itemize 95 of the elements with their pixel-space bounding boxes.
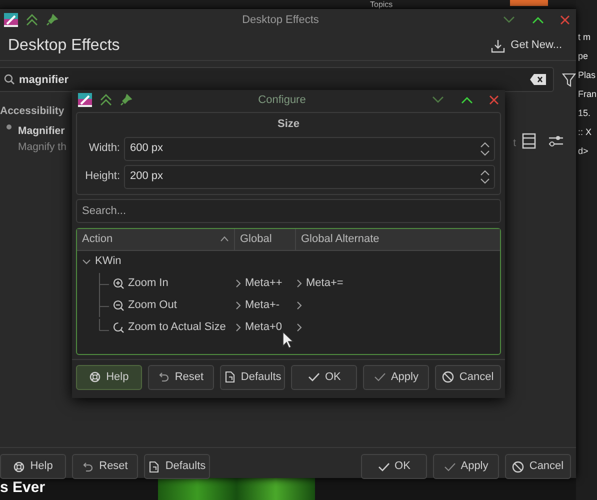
search-field[interactable]: magnifier — [0, 67, 554, 92]
clear-icon[interactable] — [530, 74, 546, 85]
text-line: t m — [578, 32, 590, 42]
reset-button[interactable]: Reset — [148, 364, 214, 390]
window-title: Desktop Effects — [241, 12, 320, 28]
effect-description: Magnify th — [18, 140, 66, 154]
app-icon — [4, 13, 18, 27]
reset-button[interactable]: Reset — [72, 454, 138, 479]
spin-arrows-icon[interactable] — [480, 142, 490, 156]
check-icon — [444, 460, 456, 472]
shortcut[interactable]: Meta+- — [245, 297, 280, 314]
search-icon — [4, 74, 15, 85]
close-icon[interactable] — [560, 15, 570, 25]
help-button[interactable]: Help — [0, 454, 66, 479]
apply-button[interactable]: Apply — [433, 454, 499, 479]
article-title: s Ever — [0, 480, 46, 496]
maximize-icon[interactable] — [460, 96, 472, 104]
cancel-icon — [512, 460, 524, 472]
chevron-icon[interactable] — [235, 323, 241, 332]
tree-line — [99, 319, 109, 332]
configure-icon[interactable] — [548, 134, 564, 148]
tree-line — [99, 272, 109, 294]
status-dot-icon — [6, 124, 12, 130]
check-icon — [374, 371, 386, 383]
document-icon — [148, 460, 160, 472]
spin-field[interactable]: 200 px — [124, 164, 495, 188]
cancel-icon — [442, 371, 454, 383]
action-name: Zoom In — [128, 276, 168, 292]
video-icon[interactable] — [522, 132, 536, 149]
cancel-button[interactable]: Cancel — [435, 364, 501, 390]
keep-above-icon[interactable] — [100, 94, 112, 106]
undo-icon — [82, 460, 94, 472]
tree-group[interactable]: KWin — [82, 253, 122, 270]
help-button[interactable]: Help — [76, 364, 142, 390]
cancel-button[interactable]: Cancel — [505, 454, 571, 479]
chevron-icon[interactable] — [296, 323, 302, 332]
topic-heading: Topics — [370, 0, 393, 9]
app-icon — [78, 93, 92, 107]
defaults-button[interactable]: Defaults — [220, 364, 286, 390]
field-label: Height: — [84, 169, 120, 184]
help-icon — [89, 371, 102, 383]
ok-button[interactable]: OK — [291, 364, 358, 390]
get-new-button[interactable]: Get New... — [486, 37, 566, 54]
shortcut[interactable]: Meta++ — [245, 275, 282, 292]
chevron-icon[interactable] — [296, 301, 302, 310]
spin-arrows-icon[interactable] — [480, 170, 490, 184]
pin-icon[interactable] — [46, 14, 58, 26]
action-name: Zoom to Actual Size — [128, 320, 226, 336]
pin-icon[interactable] — [120, 94, 132, 106]
check-icon — [378, 460, 390, 472]
cursor-icon — [282, 331, 294, 349]
check-icon — [308, 371, 320, 383]
chevron-icon[interactable] — [235, 279, 241, 288]
text-line: Plas — [578, 70, 596, 80]
category-heading: Accessibility — [0, 104, 64, 119]
apply-button[interactable]: Apply — [363, 364, 430, 390]
sort-icon — [220, 236, 229, 242]
maximize-icon[interactable] — [532, 16, 544, 24]
page-heading: Desktop Effects — [8, 36, 121, 56]
document-icon — [224, 371, 236, 383]
group-title: Size — [276, 117, 300, 132]
effect-name: Magnifier — [18, 124, 66, 139]
column-header[interactable]: Global — [235, 228, 296, 250]
tree-line — [99, 294, 109, 316]
zoom-reset-icon — [113, 322, 124, 333]
close-icon[interactable] — [489, 95, 499, 105]
column-header[interactable]: Action — [77, 228, 235, 250]
minimize-icon[interactable] — [432, 96, 444, 104]
chevron-icon[interactable] — [296, 279, 302, 288]
action-name: Zoom Out — [128, 298, 177, 314]
ok-button[interactable]: OK — [361, 454, 427, 479]
text-line: pe — [578, 51, 588, 61]
text-line: Fran — [578, 89, 597, 99]
shortcut[interactable]: Meta+0 — [245, 319, 282, 336]
shortcut[interactable]: Meta+= — [306, 275, 344, 292]
defaults-button[interactable]: Defaults — [144, 454, 210, 479]
help-icon — [13, 460, 26, 472]
text-line: d> — [578, 146, 588, 156]
text-line: :: X — [578, 127, 592, 137]
filter-icon[interactable] — [562, 72, 576, 86]
undo-icon — [158, 371, 170, 383]
dialog-title: Configure — [257, 92, 307, 108]
text-line: 15. — [578, 108, 591, 118]
zoom-in-icon — [113, 278, 124, 289]
zoom-out-icon — [113, 300, 124, 311]
search-field[interactable]: Search... — [76, 198, 501, 222]
minimize-icon[interactable] — [503, 16, 515, 24]
chevron-icon[interactable] — [235, 301, 241, 310]
effect-description: t — [513, 136, 516, 151]
column-header[interactable]: Global Alternate — [296, 228, 500, 250]
spin-field[interactable]: 600 px — [124, 136, 495, 160]
photo-placeholder — [510, 0, 548, 6]
download-icon — [490, 38, 505, 52]
field-label: Width: — [88, 141, 120, 156]
keep-above-icon[interactable] — [26, 14, 38, 26]
